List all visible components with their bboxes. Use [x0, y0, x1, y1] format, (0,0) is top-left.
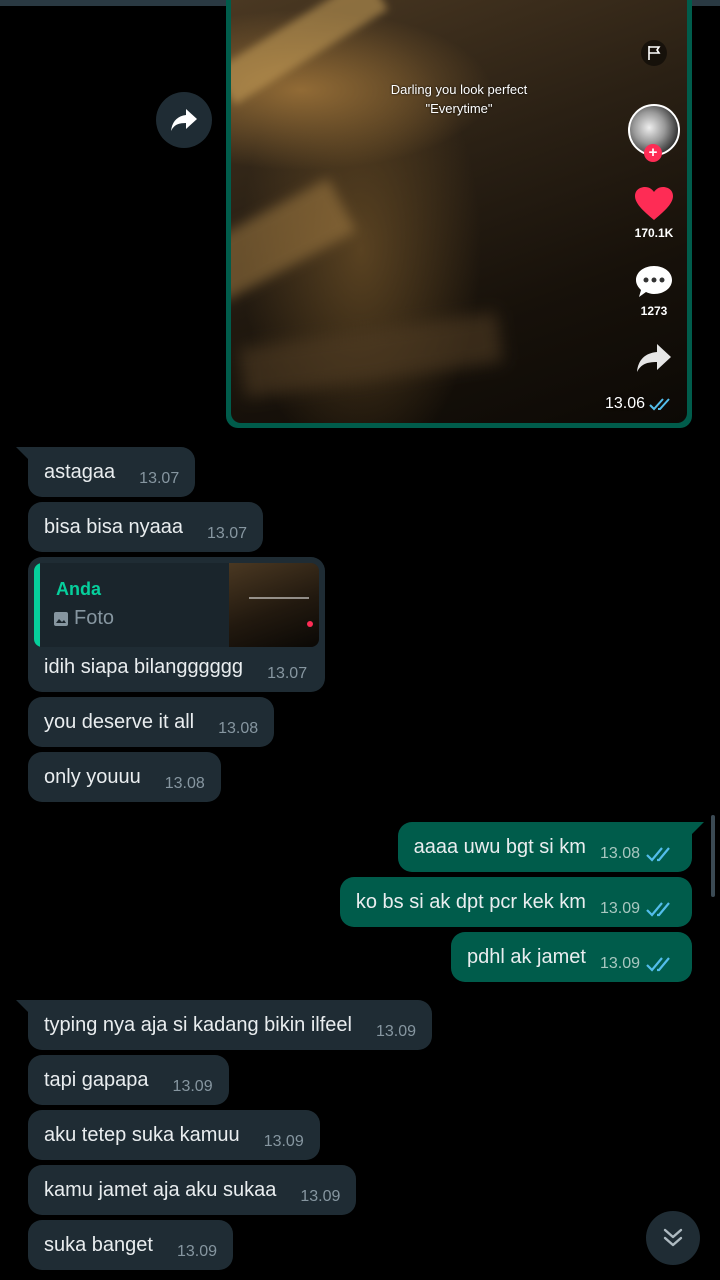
message-text: pdhl ak jamet: [466, 945, 586, 968]
flag-icon: [641, 40, 667, 66]
forward-button[interactable]: [156, 92, 212, 148]
video-caption: Darling you look perfect "Everytime": [231, 80, 687, 118]
incoming-message[interactable]: you deserve it all 13.08: [28, 697, 275, 747]
comment-count: 1273: [640, 304, 668, 318]
message-time: 13.07: [206, 525, 248, 542]
message-time: 13.09: [263, 1133, 304, 1150]
incoming-message[interactable]: suka banget 13.09: [28, 1220, 234, 1270]
follow-plus-icon: +: [644, 144, 662, 162]
read-ticks-icon: [649, 398, 670, 411]
message-text: idih siapa bilangggggg: [44, 655, 244, 678]
creator-avatar: +: [628, 104, 680, 162]
message-time: 13.09: [300, 1188, 341, 1205]
quoted-type: Foto: [54, 607, 114, 630]
message-time: 13.07: [139, 470, 180, 487]
message-text: astagaa: [44, 460, 116, 483]
image-timestamp-area: 13.06: [605, 395, 675, 413]
incoming-message[interactable]: astagaa 13.07: [28, 447, 196, 497]
quoted-sender: Anda: [56, 579, 101, 599]
incoming-message[interactable]: only youuu 13.08: [28, 752, 221, 802]
quoted-message[interactable]: Anda Foto: [34, 563, 319, 647]
message-time: 13.08: [599, 845, 640, 862]
tiktok-screenshot-image[interactable]: Darling you look perfect "Everytime" + 1…: [231, 0, 687, 423]
message-time: 13.09: [599, 955, 640, 972]
message-text: typing nya aja si kadang bikin ilfeel: [44, 1013, 352, 1036]
message-text: kamu jamet aja aku sukaa: [44, 1178, 277, 1201]
message-time: 13.09: [599, 900, 640, 917]
photo-icon: [54, 611, 68, 626]
forward-icon: [171, 109, 197, 131]
message-time: 13.08: [218, 720, 259, 737]
share-arrow-icon: [637, 344, 671, 372]
caption-line-1: Darling you look perfect: [390, 82, 528, 97]
message-time: 13.07: [267, 665, 308, 682]
bubble-tail: [690, 822, 704, 836]
read-ticks-icon: [646, 845, 676, 863]
message-text: suka banget: [44, 1233, 153, 1256]
outgoing-message[interactable]: ko bs si ak dpt pcr kek km 13.09: [339, 877, 692, 927]
quoted-type-label: Foto: [74, 607, 115, 629]
outgoing-message[interactable]: pdhl ak jamet 13.09: [450, 932, 692, 982]
message-time: 13.09: [172, 1078, 213, 1095]
like-count: 170.1K: [634, 226, 674, 240]
outgoing-message[interactable]: aaaa uwu bgt si km 13.08: [397, 822, 692, 872]
message-time: 13.06: [604, 395, 645, 412]
incoming-message[interactable]: typing nya aja si kadang bikin ilfeel 13…: [28, 1000, 433, 1050]
incoming-message[interactable]: tapi gapapa 13.09: [28, 1055, 229, 1105]
message-time: 13.08: [164, 775, 205, 792]
message-text: bisa bisa nyaaa: [44, 515, 183, 538]
read-ticks-icon: [646, 900, 676, 918]
incoming-message[interactable]: aku tetep suka kamuu 13.09: [28, 1110, 320, 1160]
message-text: you deserve it all: [44, 710, 195, 733]
incoming-message[interactable]: bisa bisa nyaaa 13.07: [28, 502, 264, 552]
message-text: aaaa uwu bgt si km: [413, 835, 586, 858]
quoted-thumbnail: [229, 563, 319, 647]
double-chevron-down-icon: [663, 1228, 683, 1247]
reply-message[interactable]: Anda Foto idih siapa bilangggggg 13.07: [28, 557, 325, 692]
incoming-message[interactable]: kamu jamet aja aku sukaa 13.09: [28, 1165, 357, 1215]
caption-line-2: "Everytime": [425, 101, 493, 116]
message-time: 13.09: [176, 1243, 218, 1260]
tiktok-side-actions: + 170.1K 1273: [627, 40, 681, 374]
message-text: tapi gapapa: [44, 1068, 149, 1091]
scroll-to-bottom-button[interactable]: [646, 1211, 700, 1265]
image-message[interactable]: Darling you look perfect "Everytime" + 1…: [226, 0, 692, 428]
comment-icon: [636, 266, 672, 297]
scrollbar-thumb[interactable]: [711, 815, 715, 897]
message-text: aku tetep suka kamuu: [44, 1123, 240, 1146]
message-text: only youuu: [44, 765, 141, 788]
heart-icon: [635, 187, 673, 220]
quote-bar: [34, 563, 40, 647]
message-text: ko bs si ak dpt pcr kek km: [355, 890, 586, 913]
read-ticks-icon: [646, 955, 676, 973]
message-time: 13.09: [375, 1023, 417, 1040]
